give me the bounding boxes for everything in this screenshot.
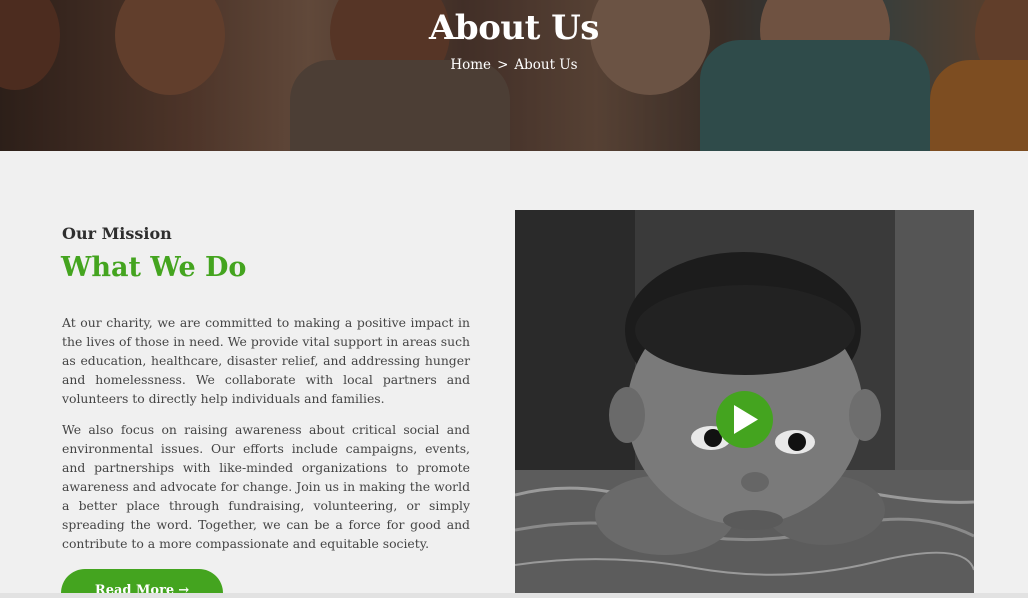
breadcrumb-separator: > bbox=[497, 57, 509, 73]
play-button[interactable] bbox=[716, 391, 773, 448]
mission-paragraph: At our charity, we are committed to maki… bbox=[62, 315, 470, 406]
section-heading: What We Do bbox=[61, 252, 247, 283]
page-divider bbox=[0, 593, 1028, 598]
breadcrumb: Home > About Us bbox=[0, 57, 1028, 73]
hero-banner: About Us Home > About Us bbox=[0, 0, 1028, 151]
section-subheading: Our Mission bbox=[62, 224, 172, 243]
play-icon bbox=[734, 405, 758, 434]
page-title: About Us bbox=[429, 8, 599, 48]
breadcrumb-home-link[interactable]: Home bbox=[450, 57, 491, 73]
breadcrumb-current: About Us bbox=[514, 57, 578, 73]
mission-paragraph: We also focus on raising awareness about… bbox=[62, 422, 470, 551]
